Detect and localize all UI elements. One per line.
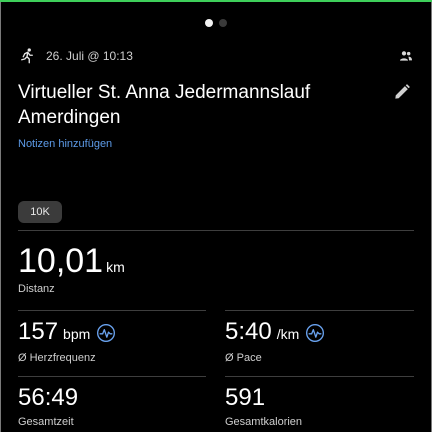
top-accent-line <box>0 0 432 2</box>
duration-value: 56:49 <box>18 384 79 411</box>
distance-label: Distanz <box>18 283 55 295</box>
heart-rate-unit: bpm <box>63 326 91 342</box>
pace-stat[interactable]: 5:40 /km Ø Pace <box>225 318 325 364</box>
distance-stat: 10,01 km Distanz <box>18 243 125 295</box>
distance-category-badge: 10K <box>18 201 62 223</box>
page-dot[interactable] <box>219 19 227 27</box>
add-notes-link[interactable]: Notizen hinzufügen <box>18 138 112 150</box>
heart-rate-value: 157 <box>18 318 59 345</box>
distance-unit: km <box>106 259 125 275</box>
calories-value: 591 <box>225 384 266 411</box>
pace-chart-icon[interactable] <box>305 323 325 343</box>
page-dot-active[interactable] <box>205 19 213 27</box>
divider <box>18 230 414 231</box>
activity-header: 26. Juli @ 10:13 <box>18 46 414 66</box>
divider <box>18 310 206 311</box>
duration-stat: 56:49 Gesamtzeit <box>18 384 78 428</box>
calories-label: Gesamtkalorien <box>225 416 303 428</box>
distance-value: 10,01 <box>18 242 104 280</box>
group-icon[interactable] <box>398 48 414 64</box>
page-indicator[interactable] <box>0 19 432 27</box>
divider <box>225 310 414 311</box>
divider <box>225 376 414 377</box>
edit-pencil-icon[interactable] <box>392 82 412 102</box>
heart-rate-stat[interactable]: 157 bpm Ø Herzfrequenz <box>18 318 116 364</box>
heart-rate-label: Ø Herzfrequenz <box>18 352 96 364</box>
pace-label: Ø Pace <box>225 352 262 364</box>
pace-value: 5:40 <box>225 318 272 345</box>
running-icon <box>21 48 33 64</box>
activity-title: Virtueller St. Anna Jedermannslauf Amerd… <box>18 82 311 128</box>
calories-stat: 591 Gesamtkalorien <box>225 384 302 428</box>
activity-date: 26. Juli @ 10:13 <box>46 49 133 63</box>
heart-rate-chart-icon[interactable] <box>96 323 116 343</box>
divider <box>18 376 206 377</box>
duration-label: Gesamtzeit <box>18 416 74 428</box>
pace-unit: /km <box>276 326 300 342</box>
